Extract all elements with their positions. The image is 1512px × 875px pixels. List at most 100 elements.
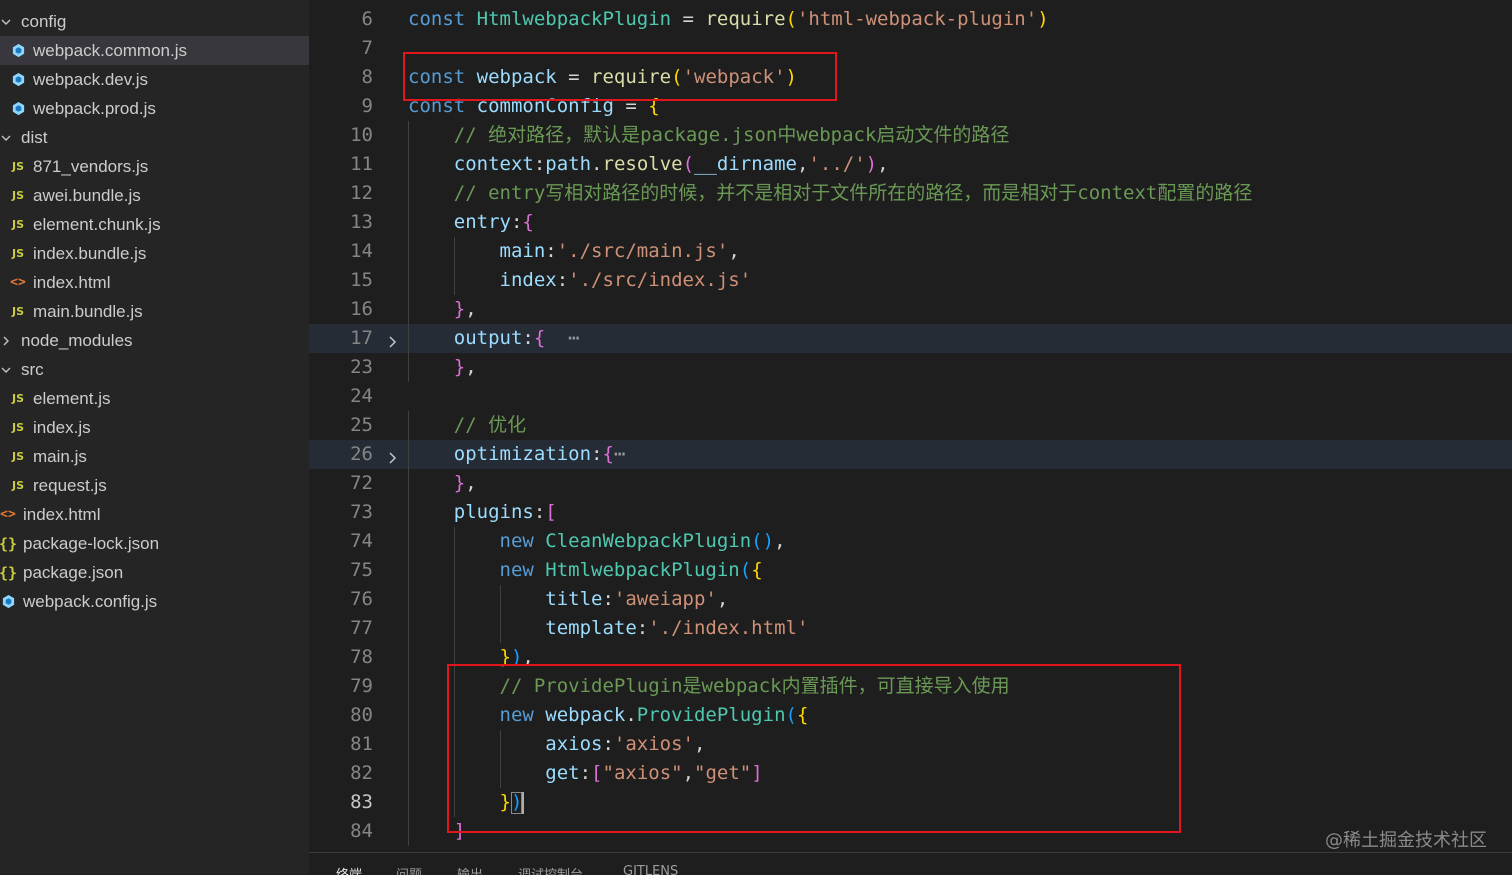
code-token: './src/main.js' bbox=[556, 240, 729, 262]
code-token: : bbox=[602, 733, 614, 755]
explorer-file[interactable]: JS element.chunk.js bbox=[0, 210, 309, 239]
code-line[interactable]: 81 axios:'axios', bbox=[309, 730, 1512, 759]
line-number: 25 bbox=[350, 414, 373, 436]
code-line[interactable]: 76 title:'aweiapp', bbox=[309, 585, 1512, 614]
code-line[interactable]: 13 entry:{ bbox=[309, 208, 1512, 237]
code-line[interactable]: 16}, bbox=[309, 295, 1512, 324]
code-token: // 绝对路径，默认是package.json中webpack启动文件的路径 bbox=[453, 124, 1010, 146]
explorer-file[interactable]: JS main.bundle.js bbox=[0, 297, 309, 326]
code-token: , bbox=[796, 153, 809, 175]
explorer-file[interactable]: webpack.config.js bbox=[0, 587, 309, 616]
explorer-file[interactable]: JS element.js bbox=[0, 384, 309, 413]
line-number: 76 bbox=[350, 588, 373, 610]
explorer-folder[interactable]: src bbox=[0, 355, 309, 384]
panel-tab[interactable]: GITLENS bbox=[623, 864, 678, 875]
code-line[interactable]: 83}) bbox=[309, 788, 1512, 817]
code-line[interactable]: 7 bbox=[309, 34, 1512, 63]
line-number: 73 bbox=[350, 501, 373, 523]
code-line[interactable]: 73 plugins:[ bbox=[309, 498, 1512, 527]
code-token: require bbox=[591, 66, 672, 88]
code-line[interactable]: 8 const webpack = require('webpack') bbox=[309, 63, 1512, 92]
code-text: new HtmlwebpackPlugin({ bbox=[500, 556, 763, 585]
code-token: , bbox=[774, 530, 786, 552]
explorer-file[interactable]: {} package-lock.json bbox=[0, 529, 309, 558]
explorer-file[interactable]: JS request.js bbox=[0, 471, 309, 500]
indent-guide bbox=[453, 701, 455, 730]
explorer-file[interactable]: webpack.common.js bbox=[0, 36, 309, 65]
code-token: __dirname bbox=[694, 153, 797, 175]
explorer-item-label: index.html bbox=[23, 504, 101, 524]
explorer-file[interactable]: JS main.js bbox=[0, 442, 309, 471]
code-token: , bbox=[522, 646, 534, 668]
explorer-item-label: webpack.config.js bbox=[23, 591, 158, 611]
code-text: title:'aweiapp', bbox=[545, 585, 728, 614]
panel-tab[interactable]: 问题 bbox=[396, 864, 422, 875]
code-line[interactable]: 9 const commonConfig = { bbox=[309, 92, 1512, 121]
panel-tab[interactable]: 终端 bbox=[336, 864, 362, 875]
code-text: template:'./index.html' bbox=[545, 614, 808, 643]
explorer-item-label: package-lock.json bbox=[23, 533, 160, 553]
code-token: [ bbox=[545, 501, 557, 523]
code-line[interactable]: 17 output:{ ⋯ bbox=[309, 324, 1512, 353]
explorer-file[interactable]: JS awei.bundle.js bbox=[0, 181, 309, 210]
code-text: output:{ ⋯ bbox=[454, 324, 580, 353]
code-text: const webpack = require('webpack') bbox=[408, 63, 797, 92]
explorer-file[interactable]: webpack.prod.js bbox=[0, 94, 309, 123]
explorer-file[interactable]: webpack.dev.js bbox=[0, 65, 309, 94]
fold-chevron-icon[interactable] bbox=[385, 448, 399, 464]
indent-guide bbox=[453, 730, 455, 759]
bottom-panel-tabs: 终端 问题 输出 调试控制台 GITLENS bbox=[309, 852, 1512, 875]
code-line[interactable]: 10 // 绝对路径，默认是package.json中webpack启动文件的路径 bbox=[309, 121, 1512, 150]
code-line[interactable]: 72}, bbox=[309, 469, 1512, 498]
code-line[interactable]: 74 new CleanWebpackPlugin(), bbox=[309, 527, 1512, 556]
panel-tab[interactable]: 调试控制台 bbox=[518, 864, 583, 875]
code-token: , bbox=[465, 472, 477, 494]
code-line[interactable]: 77 template:'./index.html' bbox=[309, 614, 1512, 643]
explorer-file[interactable]: {} package.json bbox=[0, 558, 309, 587]
code-token: 'axios' bbox=[613, 733, 694, 755]
fold-chevron-icon[interactable] bbox=[385, 332, 399, 348]
code-line[interactable]: 14 main:'./src/main.js', bbox=[309, 237, 1512, 266]
html-file-icon: <> bbox=[0, 507, 16, 522]
explorer-item-label: config bbox=[21, 11, 67, 31]
explorer-file[interactable]: JS index.js bbox=[0, 413, 309, 442]
code-line[interactable]: 75 new HtmlwebpackPlugin({ bbox=[309, 556, 1512, 585]
code-token: : bbox=[533, 153, 546, 175]
code-token: HtmlwebpackPlugin bbox=[545, 559, 740, 581]
code-line[interactable]: 82 get:["axios","get"] bbox=[309, 759, 1512, 788]
code-line[interactable]: 15 index:'./src/index.js' bbox=[309, 266, 1512, 295]
code-line[interactable]: 11 context:path.resolve(__dirname,'../'), bbox=[309, 150, 1512, 179]
explorer-file[interactable]: JS 871_vendors.js bbox=[0, 152, 309, 181]
explorer-item-label: request.js bbox=[33, 475, 107, 495]
explorer-folder[interactable]: node_modules bbox=[0, 326, 309, 355]
code-line[interactable]: 78}), bbox=[309, 643, 1512, 672]
json-file-icon: {} bbox=[0, 534, 18, 553]
code-line[interactable]: 6 const HtmlwebpackPlugin = require('html… bbox=[309, 5, 1512, 34]
code-token: : bbox=[636, 617, 649, 639]
code-line[interactable]: 23}, bbox=[309, 353, 1512, 382]
code-editor[interactable]: 6 const HtmlwebpackPlugin = require('html… bbox=[309, 0, 1512, 852]
code-line[interactable]: 12 // entry写相对路径的时候，并不是相对于文件所在的路径，而是相对于co… bbox=[309, 179, 1512, 208]
panel-tab[interactable]: 输出 bbox=[457, 864, 483, 875]
explorer-folder[interactable]: config bbox=[0, 7, 309, 36]
explorer-file[interactable]: <> index.html bbox=[0, 500, 309, 529]
explorer-folder[interactable]: dist bbox=[0, 123, 309, 152]
code-token: = bbox=[613, 95, 649, 117]
code-line[interactable]: 26 optimization:{⋯ bbox=[309, 440, 1512, 469]
code-token: entry bbox=[453, 211, 511, 233]
code-line[interactable]: 79 // ProvidePlugin是webpack内置插件，可直接导入使用 bbox=[309, 672, 1512, 701]
code-text: }), bbox=[500, 643, 534, 672]
indent-guide bbox=[408, 556, 409, 585]
explorer-file[interactable]: JS index.bundle.js bbox=[0, 239, 309, 268]
code-line[interactable]: 25 // 优化 bbox=[309, 411, 1512, 440]
js-file-icon: JS bbox=[11, 218, 24, 231]
webpack-file-icon bbox=[10, 72, 26, 87]
code-token: ⋯ bbox=[545, 327, 580, 349]
indent-guide bbox=[408, 585, 409, 614]
code-line[interactable]: 24 bbox=[309, 382, 1512, 411]
code-token: optimization bbox=[453, 443, 592, 465]
explorer-file[interactable]: <> index.html bbox=[0, 268, 309, 297]
code-line[interactable]: 80 new webpack.ProvidePlugin({ bbox=[309, 701, 1512, 730]
code-text: // ProvidePlugin是webpack内置插件，可直接导入使用 bbox=[500, 672, 1010, 701]
chevron-down-icon bbox=[0, 132, 12, 144]
